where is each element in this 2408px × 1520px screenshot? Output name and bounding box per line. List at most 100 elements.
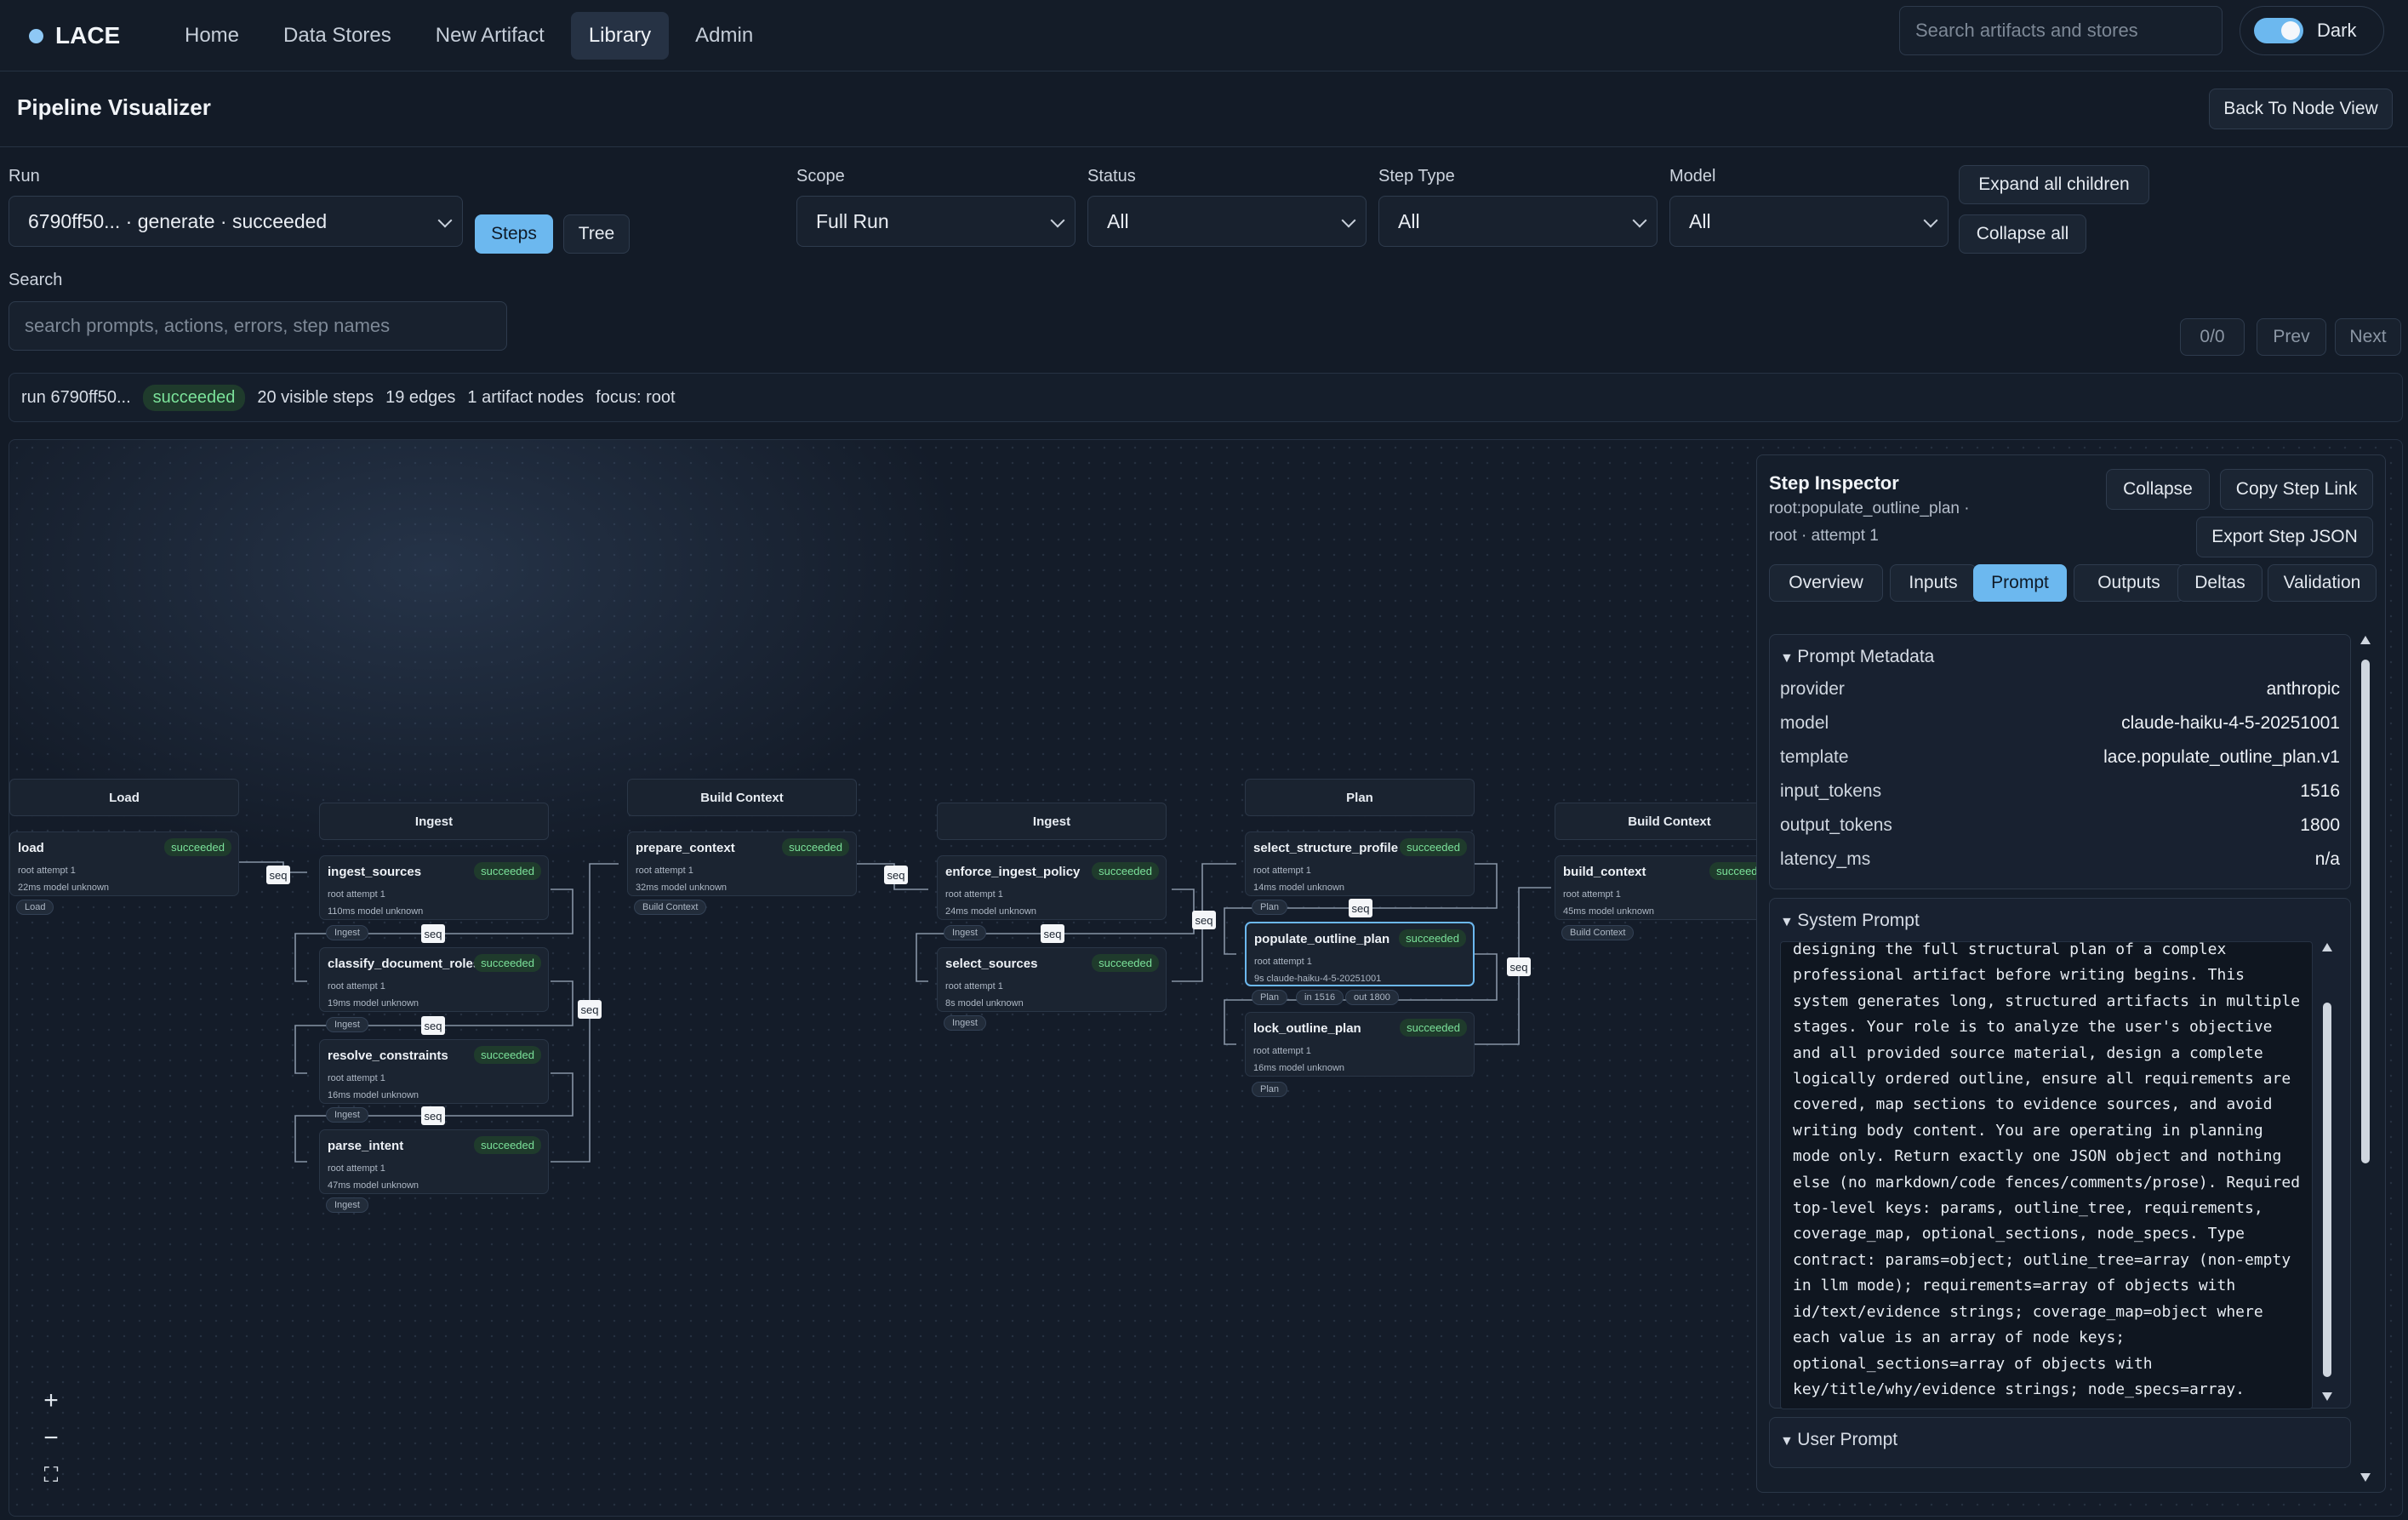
node-meta: root attempt 1 [328, 981, 385, 991]
stage-header-ingest-2: Ingest [937, 803, 1167, 840]
tab-validation[interactable]: Validation [2268, 564, 2377, 602]
node-tag: Plan [1252, 900, 1288, 915]
expand-all-children-button[interactable]: Expand all children [1959, 165, 2149, 204]
node-tag: Ingest [326, 1017, 368, 1032]
nav-link-admin[interactable]: Admin [677, 12, 771, 60]
inspector-collapse-button[interactable]: Collapse [2106, 469, 2210, 510]
zoom-out-button[interactable]: − [31, 1420, 71, 1456]
status-select[interactable]: All [1087, 196, 1367, 247]
run-select[interactable]: 6790ff50... · generate · succeeded [9, 196, 463, 247]
user-prompt-section: User Prompt [1769, 1417, 2351, 1468]
node-classify-document-roles[interactable]: classify_document_roles succeeded root a… [319, 947, 549, 1012]
node-status-badge: succeeded [164, 838, 231, 856]
inspector-scrollbar[interactable] [2359, 636, 2371, 1483]
user-prompt-toggle[interactable]: User Prompt [1780, 1430, 1897, 1450]
system-prompt-section: System Prompt designing the full structu… [1769, 898, 2351, 1409]
node-stats: 47ms model unknown [328, 1180, 419, 1191]
node-build-context[interactable]: build_context succeeded root attempt 1 4… [1555, 855, 1784, 920]
node-prepare-context[interactable]: prepare_context succeeded root attempt 1… [627, 831, 857, 896]
node-lock-outline-plan[interactable]: lock_outline_plan succeeded root attempt… [1245, 1012, 1475, 1077]
node-stats: 110ms model unknown [328, 906, 424, 917]
model-select[interactable]: All [1669, 196, 1949, 247]
scope-select-value: Full Run [816, 209, 889, 232]
inspector-content[interactable]: Prompt Metadata provider anthropic model… [1769, 634, 2351, 1485]
node-resolve-constraints[interactable]: resolve_constraints succeeded root attem… [319, 1039, 549, 1104]
metadata-value: lace.populate_outline_plan.v1 [2103, 747, 2340, 767]
brand-logo[interactable]: LACE [29, 17, 120, 54]
tab-outputs[interactable]: Outputs [2074, 564, 2184, 602]
scope-select[interactable]: Full Run [796, 196, 1076, 247]
chevron-down-icon [1050, 213, 1065, 228]
nav-link-library[interactable]: Library [570, 12, 670, 60]
prev-match-button[interactable]: Prev [2257, 318, 2326, 356]
node-status-badge: succeeded [1092, 954, 1159, 972]
node-parse-intent[interactable]: parse_intent succeeded root attempt 1 47… [319, 1129, 549, 1194]
node-meta: root attempt 1 [1253, 1046, 1311, 1056]
export-step-json-button[interactable]: Export Step JSON [2196, 517, 2373, 557]
edge-label-seq: seq [1192, 911, 1216, 929]
back-to-node-view-button[interactable]: Back To Node View [2209, 89, 2393, 129]
node-meta: root attempt 1 [18, 866, 76, 876]
nav-link-new-artifact[interactable]: New Artifact [418, 12, 562, 60]
collapse-all-button[interactable]: Collapse all [1959, 214, 2086, 254]
edge-label-seq: seq [1041, 924, 1064, 943]
scroll-up-icon[interactable] [2360, 636, 2371, 644]
node-meta: root attempt 1 [1253, 866, 1311, 876]
node-name: ingest_sources [328, 865, 422, 879]
node-meta: root attempt 1 [636, 866, 693, 876]
fit-view-icon[interactable]: ⛶ [31, 1458, 71, 1494]
system-prompt-scrollbar[interactable] [2321, 943, 2333, 1403]
tab-overview[interactable]: Overview [1769, 564, 1883, 602]
node-tag: Ingest [326, 1107, 368, 1123]
tree-view-button[interactable]: Tree [563, 214, 630, 254]
prompt-metadata-toggle[interactable]: Prompt Metadata [1780, 647, 1934, 667]
scroll-thumb[interactable] [2361, 660, 2370, 1163]
metadata-row-input-tokens: input_tokens 1516 [1780, 781, 2340, 802]
node-enforce-ingest-policy[interactable]: enforce_ingest_policy succeeded root att… [937, 855, 1167, 920]
node-tag: Plan [1252, 990, 1288, 1005]
node-status-badge: succeeded [474, 954, 541, 972]
scroll-up-icon[interactable] [2322, 943, 2332, 951]
tab-inputs[interactable]: Inputs [1890, 564, 1977, 602]
theme-label: Dark [2317, 20, 2357, 41]
summary-visible-steps: 20 visible steps [257, 387, 374, 407]
steps-view-button[interactable]: Steps [475, 214, 553, 254]
nav-link-data-stores[interactable]: Data Stores [265, 12, 409, 60]
scroll-down-icon[interactable] [2322, 1392, 2332, 1401]
global-search-input[interactable] [1899, 6, 2223, 55]
zoom-in-button[interactable]: + [31, 1383, 71, 1419]
summary-focus: focus: root [596, 387, 676, 407]
node-stats: 19ms model unknown [328, 998, 419, 1009]
node-select-sources[interactable]: select_sources succeeded root attempt 1 … [937, 947, 1167, 1012]
tab-deltas[interactable]: Deltas [2177, 564, 2262, 602]
step-type-select-value: All [1398, 209, 1420, 232]
node-ingest-sources[interactable]: ingest_sources succeeded root attempt 1 … [319, 855, 549, 920]
metadata-value: 1800 [2300, 815, 2340, 835]
edge-label-seq: seq [421, 1016, 445, 1035]
summary-artifact-nodes: 1 artifact nodes [467, 387, 585, 407]
node-load[interactable]: load succeeded root attempt 1 22ms model… [9, 831, 239, 896]
inspector-step-path: root:populate_outline_plan · [1769, 500, 1970, 517]
node-populate-outline-plan[interactable]: populate_outline_plan succeeded root att… [1245, 922, 1475, 986]
step-type-select[interactable]: All [1378, 196, 1658, 247]
node-name: parse_intent [328, 1139, 404, 1153]
node-tag: Plan [1252, 1082, 1288, 1097]
copy-step-link-button[interactable]: Copy Step Link [2220, 469, 2373, 510]
prompt-metadata-section: Prompt Metadata provider anthropic model… [1769, 634, 2351, 889]
theme-switch-icon[interactable] [2254, 18, 2303, 43]
inspector-title: Step Inspector [1769, 472, 1899, 494]
system-prompt-toggle[interactable]: System Prompt [1780, 911, 1920, 931]
prompt-search-input[interactable] [9, 301, 507, 351]
system-prompt-box[interactable]: designing the full structural plan of a … [1780, 941, 2313, 1409]
scroll-down-icon[interactable] [2360, 1473, 2371, 1482]
next-match-button[interactable]: Next [2335, 318, 2401, 356]
node-stats: 16ms model unknown [1253, 1063, 1345, 1073]
scroll-thumb[interactable] [2323, 1003, 2331, 1377]
node-status-badge: succeeded [1400, 838, 1467, 856]
node-select-structure-profile[interactable]: select_structure_profile succeeded root … [1245, 831, 1475, 896]
theme-toggle[interactable]: Dark [2240, 6, 2384, 55]
tab-prompt[interactable]: Prompt [1973, 564, 2067, 602]
metadata-key: model [1780, 713, 1829, 733]
node-tag: Ingest [326, 925, 368, 940]
nav-link-home[interactable]: Home [167, 12, 257, 60]
